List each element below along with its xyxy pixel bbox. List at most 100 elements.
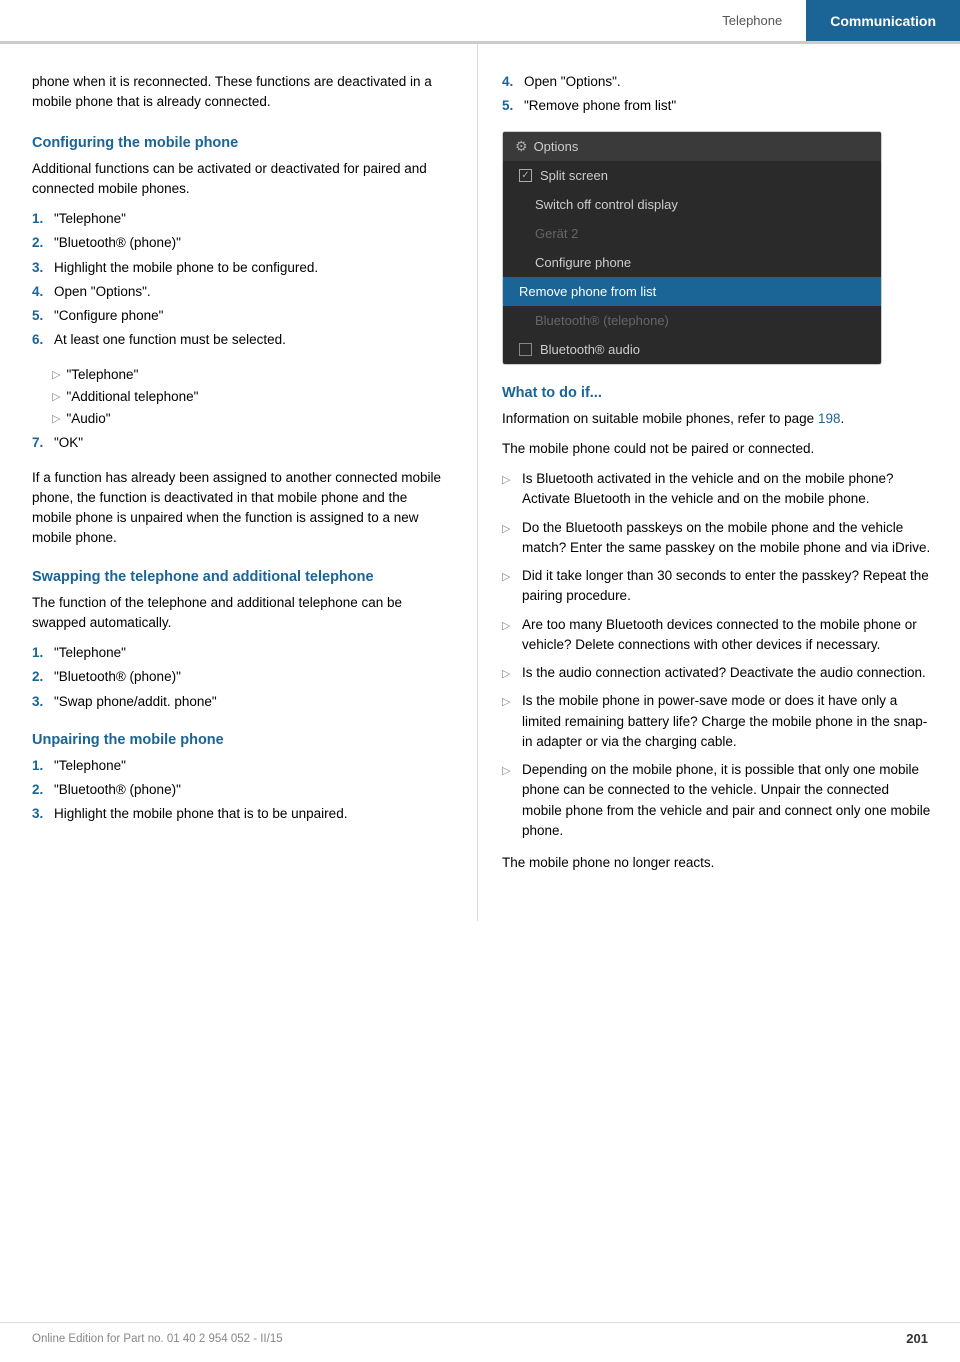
right-steps-before-image: 4. Open "Options". 5. "Remove phone from… bbox=[502, 72, 932, 117]
step-num: 1. bbox=[32, 756, 54, 776]
list-item: ▷ "Additional telephone" bbox=[52, 387, 449, 407]
substep-text: "Telephone" bbox=[66, 365, 138, 385]
section-what-to-do: What to do if... Information on suitable… bbox=[502, 385, 932, 874]
section-unpairing: Unpairing the mobile phone 1. "Telephone… bbox=[32, 732, 449, 825]
bullet-text: Are too many Bluetooth devices connected… bbox=[522, 615, 932, 656]
options-item-geraet2: Gerät 2 bbox=[503, 219, 881, 248]
step-num: 4. bbox=[32, 282, 54, 302]
options-title-bar: ⚙ Options bbox=[503, 132, 881, 161]
right-column: 4. Open "Options". 5. "Remove phone from… bbox=[478, 44, 960, 921]
options-menu-screenshot: ⚙ Options ✓ Split screen Switch off cont… bbox=[502, 131, 882, 365]
split-screen-label: Split screen bbox=[540, 168, 608, 183]
what-bullets-list: ▷ Is Bluetooth activated in the vehicle … bbox=[502, 469, 932, 841]
section-configure: Configuring the mobile phone Additional … bbox=[32, 135, 449, 549]
left-column: phone when it is reconnected. These func… bbox=[0, 44, 478, 921]
list-item: 2. "Bluetooth® (phone)" bbox=[32, 233, 449, 253]
list-item: ▷ Is Bluetooth activated in the vehicle … bbox=[502, 469, 932, 510]
arrow-icon: ▷ bbox=[502, 618, 514, 635]
step-text: Highlight the mobile phone that is to be… bbox=[54, 804, 449, 824]
step-text: "Bluetooth® (phone)" bbox=[54, 233, 449, 253]
bullet-text: Is the mobile phone in power-save mode o… bbox=[522, 691, 932, 752]
arrow-icon: ▷ bbox=[52, 389, 60, 406]
list-item: 2. "Bluetooth® (phone)" bbox=[32, 667, 449, 687]
checkbox-split-screen: ✓ bbox=[519, 169, 532, 182]
main-content: phone when it is reconnected. These func… bbox=[0, 44, 960, 921]
list-item: 1. "Telephone" bbox=[32, 643, 449, 663]
checkbox-bt-audio bbox=[519, 343, 532, 356]
list-item: ▷ Are too many Bluetooth devices connect… bbox=[502, 615, 932, 656]
configure-steps-list: 1. "Telephone" 2. "Bluetooth® (phone)" 3… bbox=[32, 209, 449, 351]
list-item: 7. "OK" bbox=[32, 433, 449, 453]
section-swapping-body: The function of the telephone and additi… bbox=[32, 593, 449, 634]
header-communication-tab: Communication bbox=[806, 0, 960, 41]
options-item-configure-phone: Configure phone bbox=[503, 248, 881, 277]
header-telephone-tab: Telephone bbox=[698, 0, 806, 41]
step-num: 1. bbox=[32, 209, 54, 229]
step-num: 3. bbox=[32, 692, 54, 712]
step-num: 4. bbox=[502, 72, 524, 92]
list-item: ▷ Do the Bluetooth passkeys on the mobil… bbox=[502, 518, 932, 559]
list-item: 4. Open "Options". bbox=[32, 282, 449, 302]
list-item: ▷ Did it take longer than 30 seconds to … bbox=[502, 566, 932, 607]
list-item: 1. "Telephone" bbox=[32, 209, 449, 229]
options-item-split-screen: ✓ Split screen bbox=[503, 161, 881, 190]
step-num: 3. bbox=[32, 258, 54, 278]
swapping-steps-list: 1. "Telephone" 2. "Bluetooth® (phone)" 3… bbox=[32, 643, 449, 712]
list-item: 3. Highlight the mobile phone to be conf… bbox=[32, 258, 449, 278]
options-item-bt-audio: Bluetooth® audio bbox=[503, 335, 881, 364]
arrow-icon: ▷ bbox=[502, 694, 514, 711]
bullet-text: Do the Bluetooth passkeys on the mobile … bbox=[522, 518, 932, 559]
step-text: "Telephone" bbox=[54, 209, 449, 229]
section-configure-heading: Configuring the mobile phone bbox=[32, 135, 449, 151]
list-item: 2. "Bluetooth® (phone)" bbox=[32, 780, 449, 800]
list-item: 6. At least one function must be selecte… bbox=[32, 330, 449, 350]
list-item: ▷ Is the audio connection activated? Dea… bbox=[502, 663, 932, 683]
configure-substeps-list: ▷ "Telephone" ▷ "Additional telephone" ▷… bbox=[52, 365, 449, 430]
step-num: 5. bbox=[502, 96, 524, 116]
step-num: 7. bbox=[32, 433, 54, 453]
substep-text: "Audio" bbox=[66, 409, 110, 429]
arrow-icon: ▷ bbox=[502, 569, 514, 586]
online-edition-text: Online Edition for Part no. 01 40 2 954 … bbox=[32, 1333, 283, 1345]
list-item: ▷ "Telephone" bbox=[52, 365, 449, 385]
intro-text: phone when it is reconnected. These func… bbox=[32, 72, 449, 113]
section-swapping-heading: Swapping the telephone and additional te… bbox=[32, 569, 449, 585]
step-text: "Configure phone" bbox=[54, 306, 449, 326]
step-num: 2. bbox=[32, 667, 54, 687]
list-item: ▷ Depending on the mobile phone, it is p… bbox=[502, 760, 932, 841]
step-num: 1. bbox=[32, 643, 54, 663]
step-num: 5. bbox=[32, 306, 54, 326]
checkmark-icon: ✓ bbox=[521, 170, 529, 181]
section-unpairing-heading: Unpairing the mobile phone bbox=[32, 732, 449, 748]
step-text: Highlight the mobile phone to be configu… bbox=[54, 258, 449, 278]
step-text: Open "Options". bbox=[524, 72, 932, 92]
options-item-bt-telephone: Bluetooth® (telephone) bbox=[503, 306, 881, 335]
arrow-icon: ▷ bbox=[502, 763, 514, 780]
step-text: "Swap phone/addit. phone" bbox=[54, 692, 449, 712]
step-text: "OK" bbox=[54, 433, 449, 453]
page-number: 201 bbox=[906, 1331, 928, 1346]
step-num: 6. bbox=[32, 330, 54, 350]
what-intro1: Information on suitable mobile phones, r… bbox=[502, 409, 932, 429]
step-text: "Bluetooth® (phone)" bbox=[54, 780, 449, 800]
list-item: 3. Highlight the mobile phone that is to… bbox=[32, 804, 449, 824]
substep-text: "Additional telephone" bbox=[66, 387, 198, 407]
step-text: "Telephone" bbox=[54, 643, 449, 663]
what-intro1-text: Information on suitable mobile phones, r… bbox=[502, 411, 818, 426]
list-item: 3. "Swap phone/addit. phone" bbox=[32, 692, 449, 712]
bt-audio-label: Bluetooth® audio bbox=[540, 342, 640, 357]
section-configure-body: Additional functions can be activated or… bbox=[32, 159, 449, 200]
step-text: "Bluetooth® (phone)" bbox=[54, 667, 449, 687]
outro-text: The mobile phone no longer reacts. bbox=[502, 853, 932, 873]
step-num: 2. bbox=[32, 780, 54, 800]
arrow-icon: ▷ bbox=[52, 411, 60, 428]
step-num: 2. bbox=[32, 233, 54, 253]
intro1-end: . bbox=[840, 411, 844, 426]
list-item: 1. "Telephone" bbox=[32, 756, 449, 776]
options-title: Options bbox=[534, 139, 579, 154]
options-item-switch-off: Switch off control display bbox=[503, 190, 881, 219]
step-num: 3. bbox=[32, 804, 54, 824]
bullet-text: Is Bluetooth activated in the vehicle an… bbox=[522, 469, 932, 510]
step-text: Open "Options". bbox=[54, 282, 449, 302]
arrow-icon: ▷ bbox=[502, 521, 514, 538]
